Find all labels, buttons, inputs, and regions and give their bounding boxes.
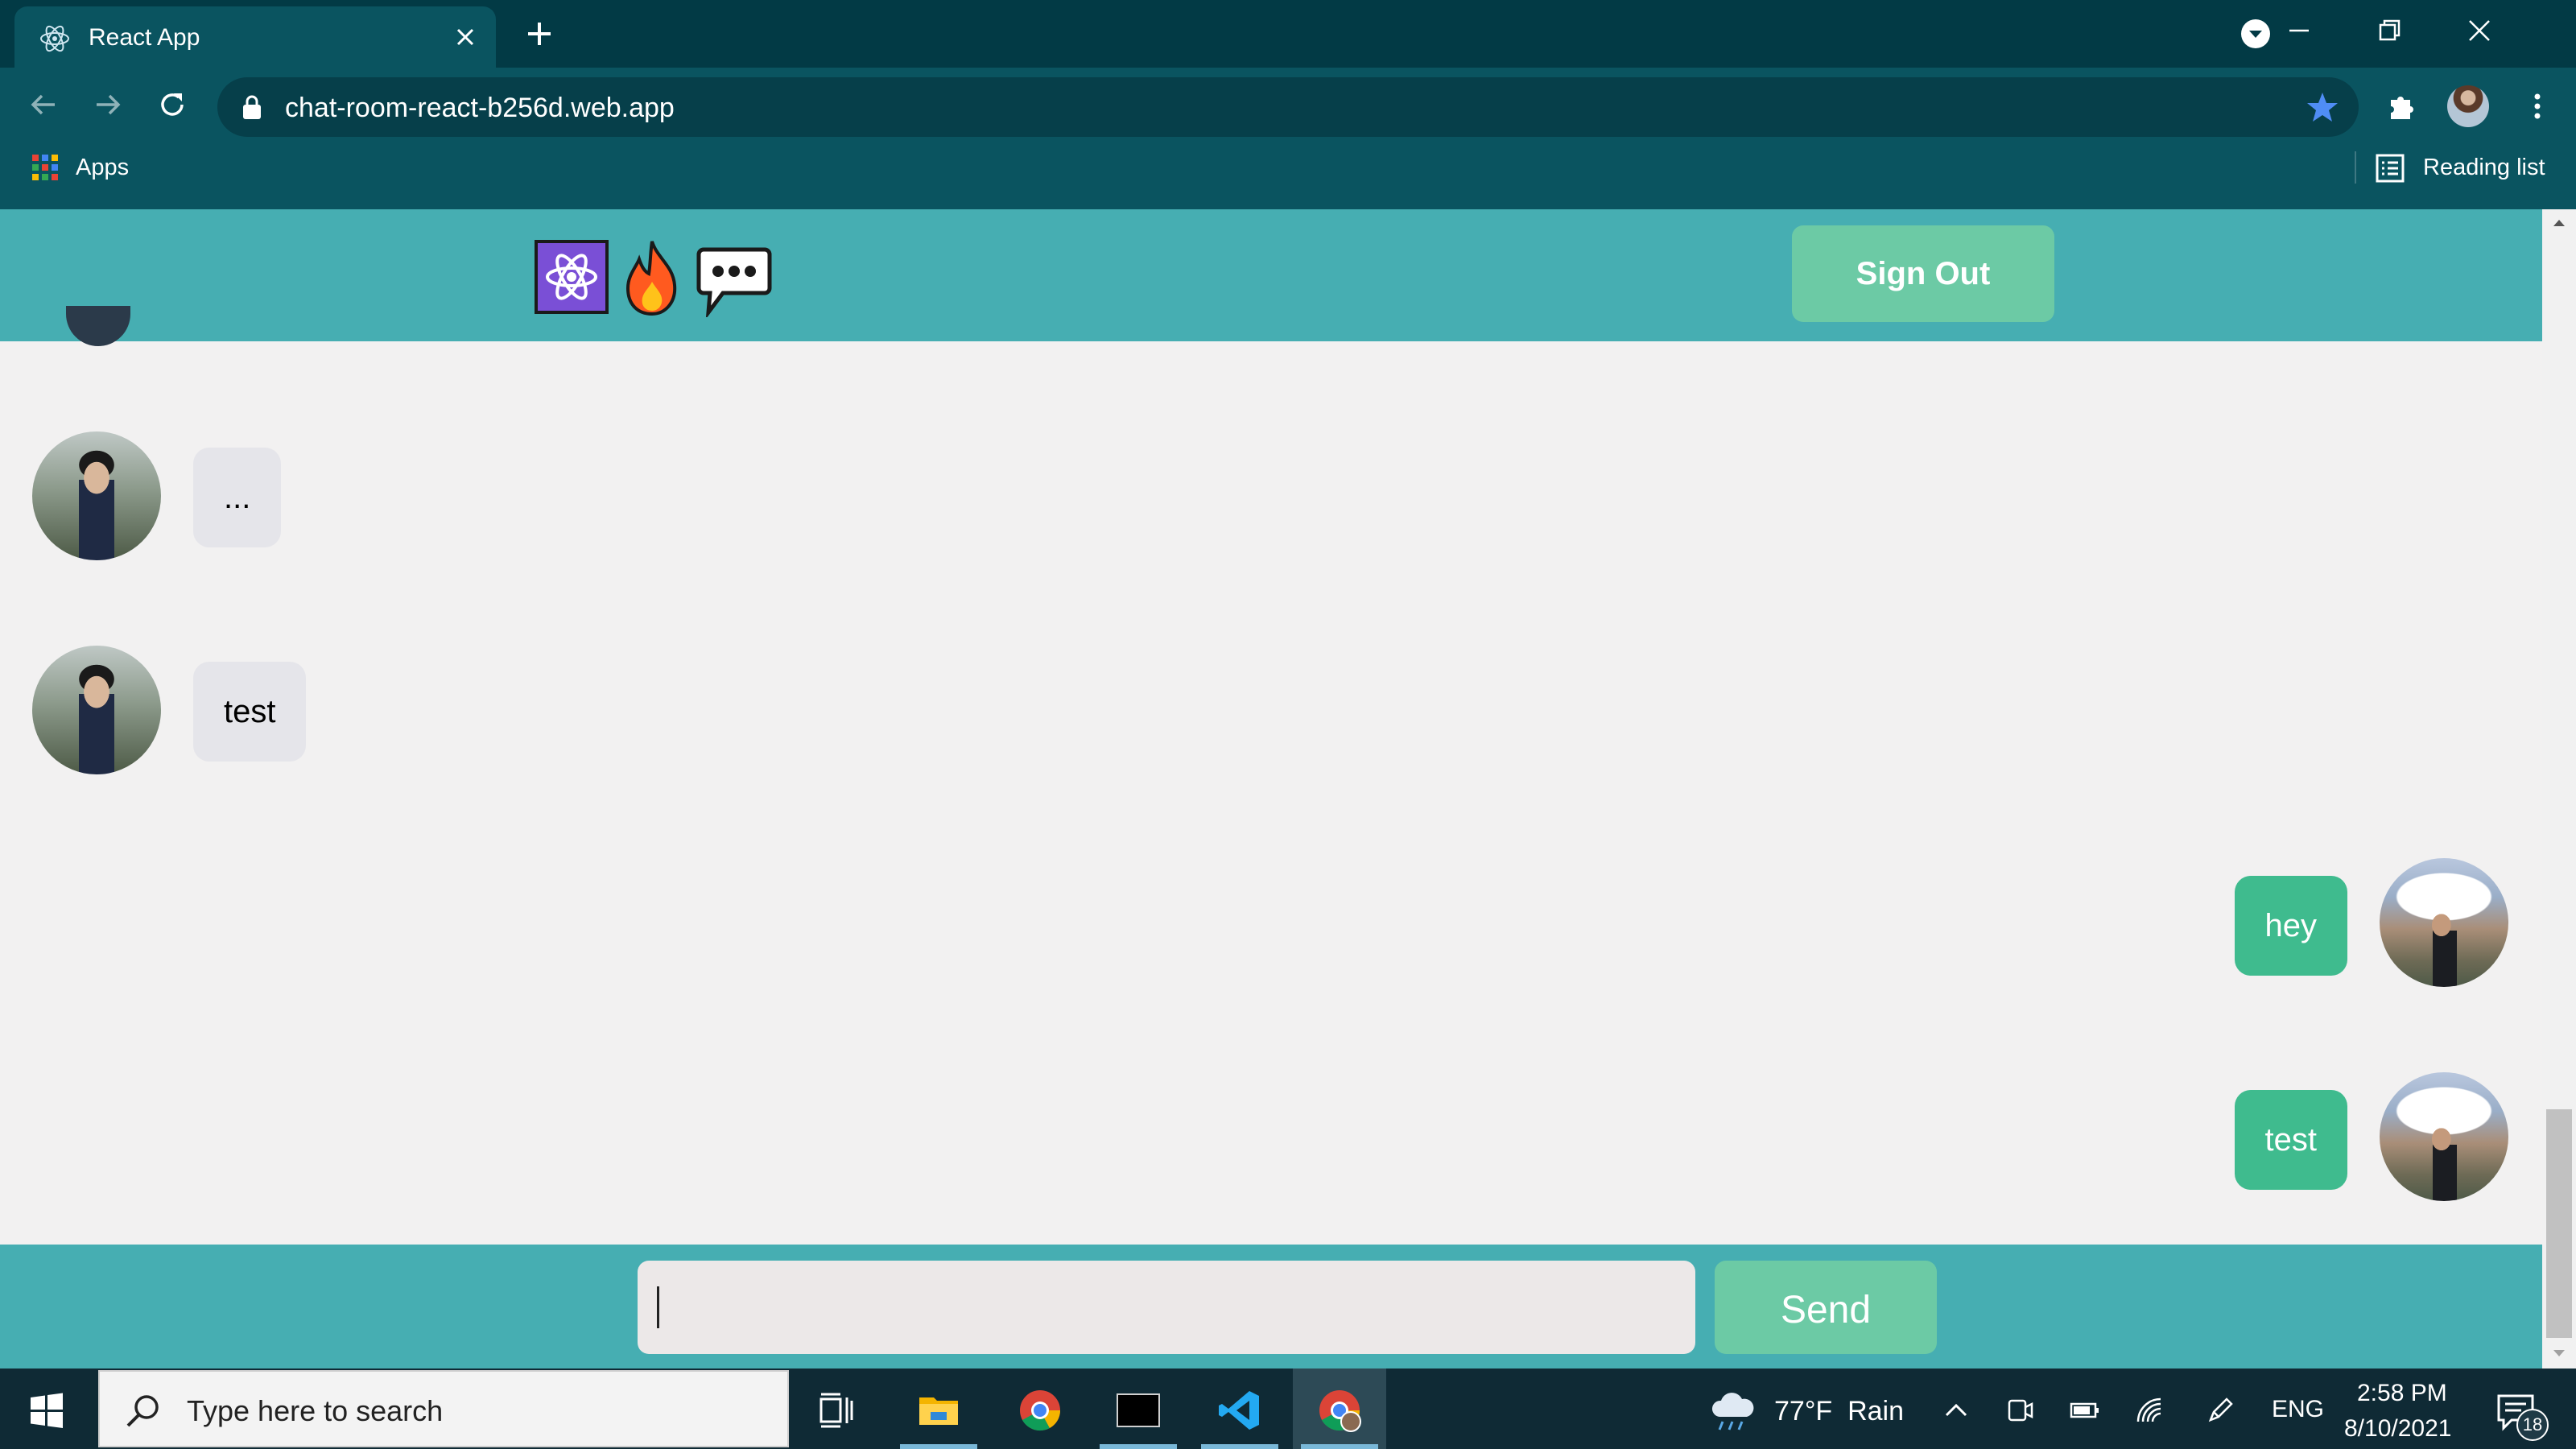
send-button[interactable]: Send xyxy=(1715,1261,1937,1354)
message-bubble: ... xyxy=(193,448,282,547)
taskbar-search[interactable]: Type here to search xyxy=(98,1370,789,1447)
task-view-button[interactable] xyxy=(791,1368,884,1449)
message-input[interactable] xyxy=(638,1261,1695,1354)
profile-avatar[interactable] xyxy=(2447,85,2489,127)
avatar xyxy=(32,646,161,774)
running-indicator xyxy=(1301,1444,1378,1449)
reading-list-button[interactable]: Reading list xyxy=(2423,155,2545,181)
apps-grid-icon[interactable] xyxy=(31,153,60,182)
taskbar-app-terminal[interactable] xyxy=(1092,1368,1185,1449)
page-scrollbar[interactable] xyxy=(2542,209,2576,1368)
fire-icon xyxy=(625,241,677,316)
wifi-icon[interactable] xyxy=(2133,1394,2165,1426)
taskbar-app-chrome[interactable] xyxy=(993,1368,1087,1449)
search-icon xyxy=(126,1395,159,1427)
reading-list-icon[interactable] xyxy=(2375,153,2405,184)
browser-tab[interactable]: React App xyxy=(14,6,496,68)
taskbar-app-file-explorer[interactable] xyxy=(892,1368,985,1449)
vscode-icon xyxy=(1219,1391,1259,1430)
back-arrow-icon[interactable] xyxy=(26,87,61,122)
message-bubble: test xyxy=(2234,1090,2347,1190)
search-placeholder: Type here to search xyxy=(187,1394,444,1427)
text-caret xyxy=(657,1286,659,1328)
clock-time[interactable]: 2:58 PM xyxy=(2357,1380,2447,1407)
avatar xyxy=(2380,858,2508,987)
address-bar[interactable]: chat-room-react-b256d.web.app xyxy=(217,77,2359,137)
pen-icon[interactable] xyxy=(2204,1394,2236,1426)
react-logo-icon xyxy=(535,240,609,314)
scroll-down-arrow-icon[interactable] xyxy=(2550,1344,2568,1362)
browser-tab-strip: React App xyxy=(0,0,2576,68)
message-bubble: hey xyxy=(2234,876,2347,976)
weather-text[interactable]: 77°F Rain xyxy=(1774,1396,1904,1427)
tab-search-icon[interactable] xyxy=(2240,18,2272,50)
restore-icon[interactable] xyxy=(2373,14,2405,47)
battery-icon[interactable] xyxy=(2069,1394,2101,1426)
message-composer: Send xyxy=(0,1245,2542,1368)
rain-cloud-icon[interactable] xyxy=(1708,1389,1757,1433)
minimize-icon[interactable] xyxy=(2283,14,2315,47)
window-close-icon[interactable] xyxy=(2463,14,2496,47)
bookmark-divider xyxy=(2355,151,2356,184)
running-indicator xyxy=(900,1444,977,1449)
lock-icon xyxy=(243,95,261,119)
message-sent: hey xyxy=(2233,858,2510,987)
forward-arrow-icon[interactable] xyxy=(90,87,126,122)
puzzle-icon[interactable] xyxy=(2384,89,2420,124)
scroll-up-arrow-icon[interactable] xyxy=(2550,214,2568,232)
apps-bookmark[interactable]: Apps xyxy=(76,155,129,181)
reload-icon[interactable] xyxy=(155,87,190,122)
close-icon[interactable] xyxy=(451,23,480,52)
windows-start-icon[interactable] xyxy=(29,1393,64,1428)
kebab-menu-icon[interactable] xyxy=(2520,89,2555,124)
plus-icon[interactable] xyxy=(525,19,554,48)
clock-date[interactable]: 8/10/2021 xyxy=(2344,1415,2451,1443)
terminal-icon xyxy=(1117,1393,1160,1427)
windows-taskbar: Type here to search 77°F Rain ENG 2:58 P… xyxy=(0,1368,2576,1449)
message-sent: test xyxy=(2233,1072,2510,1201)
meet-now-icon[interactable] xyxy=(2004,1394,2037,1426)
chrome-profile-icon xyxy=(1319,1390,1361,1432)
browser-toolbar: chat-room-react-b256d.web.app Apps Readi… xyxy=(0,68,2576,209)
avatar xyxy=(2380,1072,2508,1201)
task-view-icon xyxy=(819,1393,853,1428)
sign-out-button[interactable]: Sign Out xyxy=(1792,225,2054,322)
tab-title: React App xyxy=(89,24,200,51)
chevron-up-icon[interactable] xyxy=(1940,1394,1972,1426)
taskbar-app-vscode[interactable] xyxy=(1193,1368,1286,1449)
message-list[interactable]: ... test hey test xyxy=(0,341,2542,1245)
notification-count-badge: 18 xyxy=(2516,1409,2549,1441)
file-explorer-icon xyxy=(919,1397,958,1425)
running-indicator xyxy=(1100,1444,1177,1449)
app-header: Sign Out xyxy=(0,209,2542,341)
chat-bubble-icon xyxy=(696,247,772,317)
chrome-icon xyxy=(1020,1390,1061,1431)
running-indicator xyxy=(1201,1444,1278,1449)
scrollbar-thumb[interactable] xyxy=(2546,1109,2572,1338)
avatar xyxy=(32,431,161,560)
url-text[interactable]: chat-room-react-b256d.web.app xyxy=(285,93,675,124)
message-bubble: test xyxy=(193,662,307,762)
language-indicator[interactable]: ENG xyxy=(2272,1396,2324,1423)
star-icon[interactable] xyxy=(2306,90,2339,124)
react-favicon xyxy=(40,25,69,52)
taskbar-app-chrome-profile[interactable] xyxy=(1293,1368,1386,1449)
